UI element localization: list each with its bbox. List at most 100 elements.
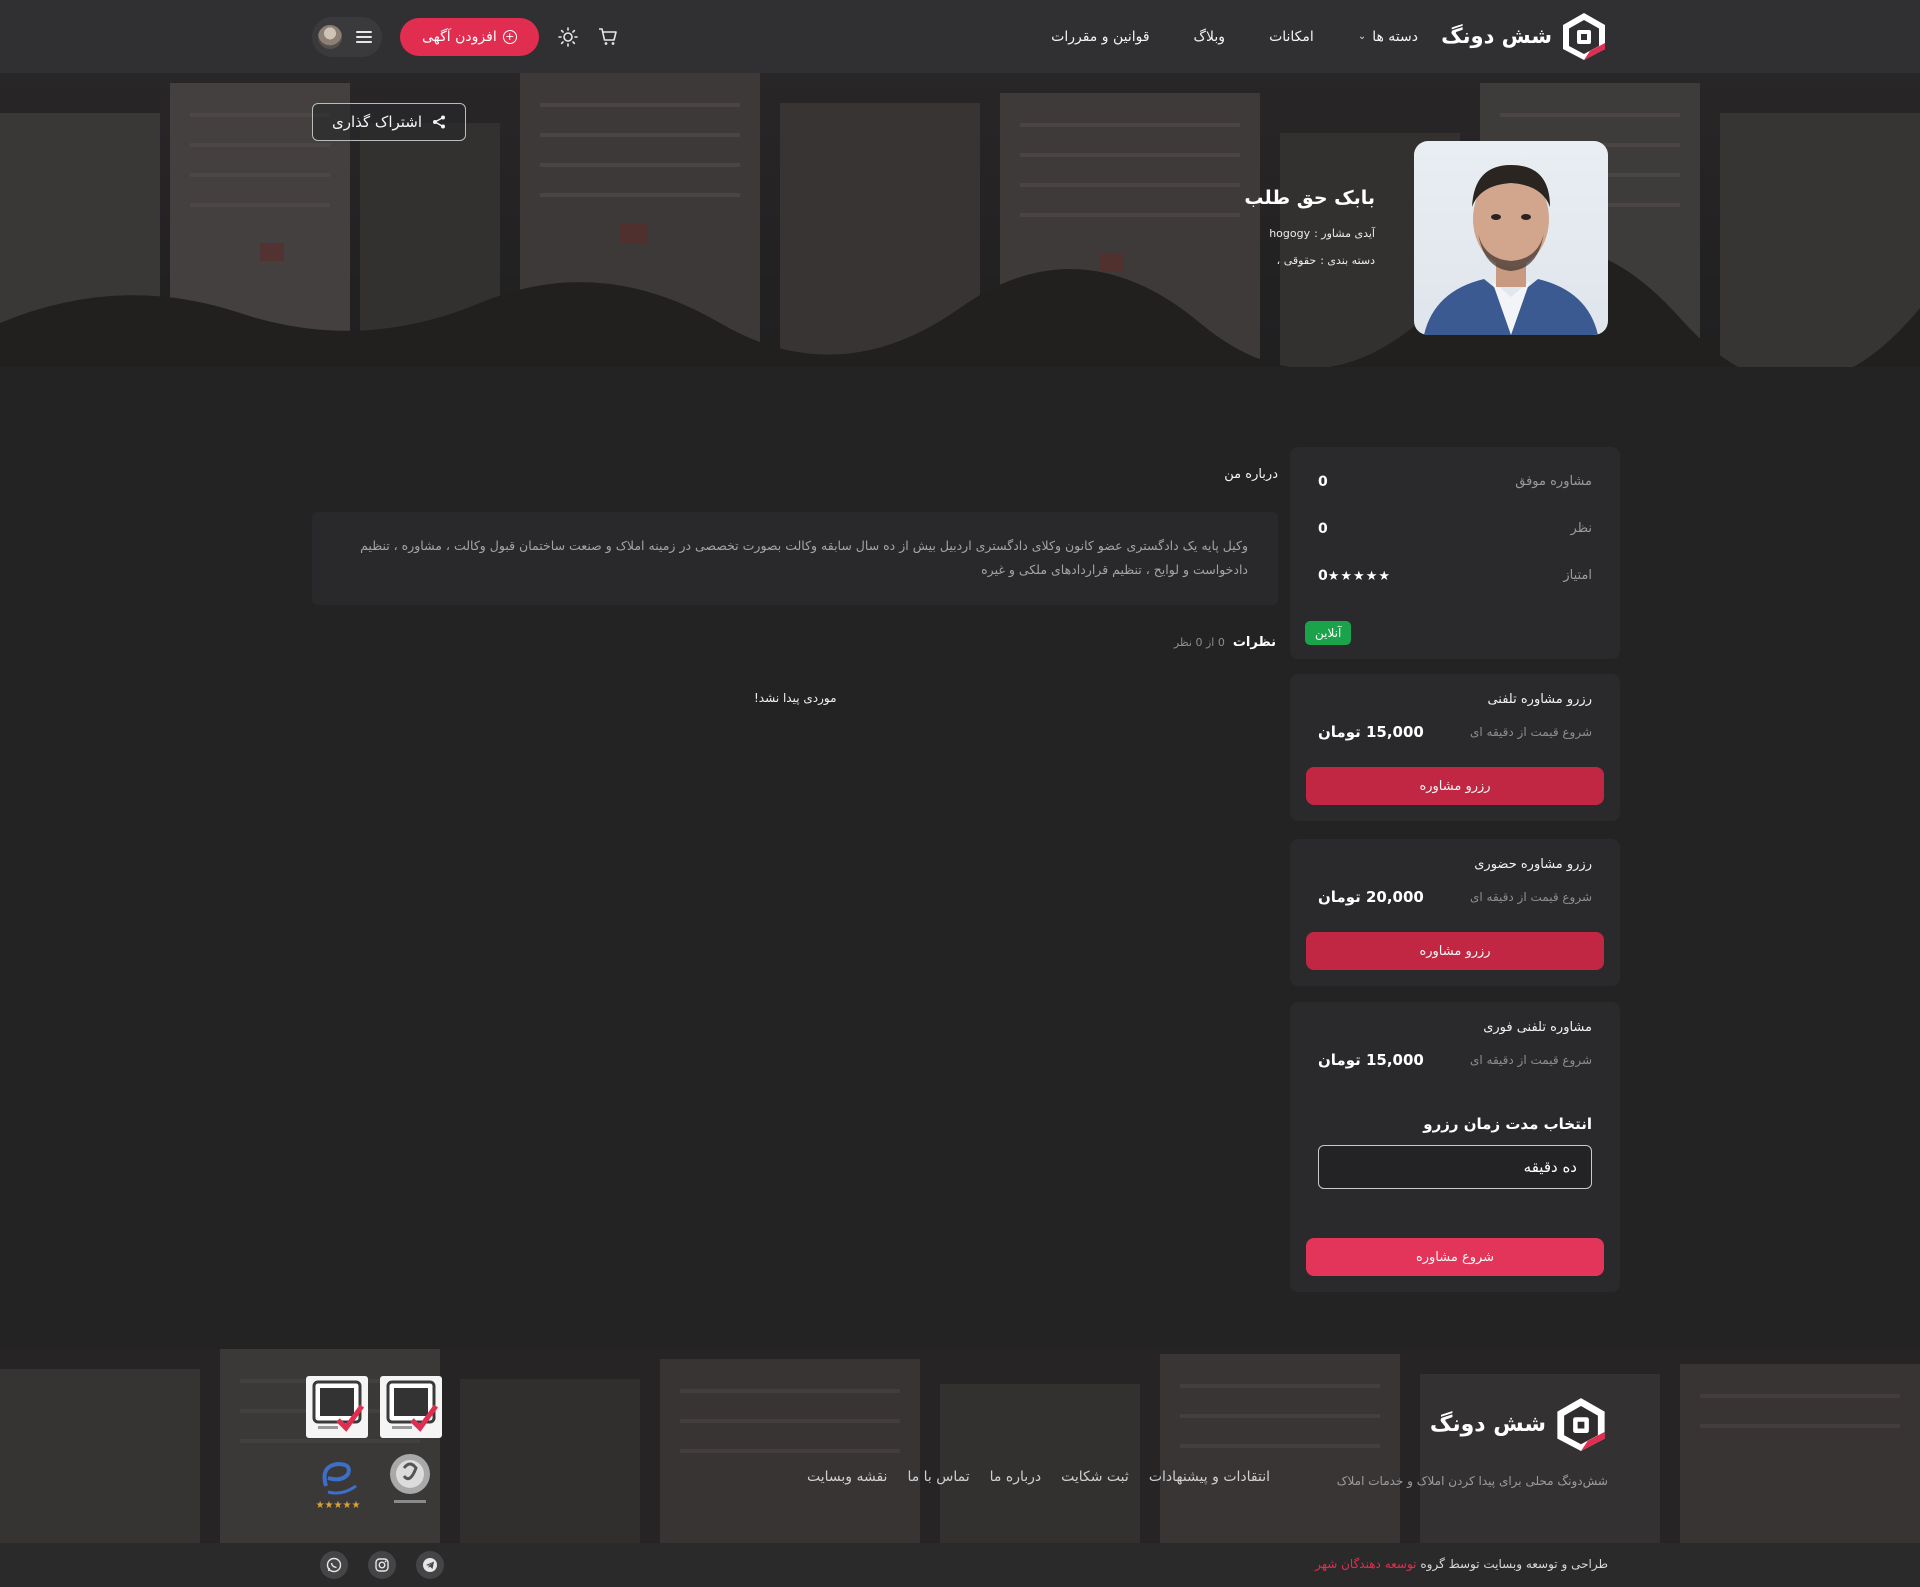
- advisor-category-row: دسته بندی : حقوقی ،: [1244, 254, 1375, 267]
- advisor-id-row: آیدی مشاور : hogogy: [1244, 227, 1375, 240]
- social-links: [320, 1551, 444, 1579]
- svg-text:★★★★★: ★★★★★: [316, 1500, 361, 1511]
- reviews-count: 0 از 0 نظر: [1173, 636, 1225, 649]
- advisor-info: بابک حق طلب آیدی مشاور : hogogy دسته بند…: [1244, 187, 1375, 281]
- stats-card: مشاوره موفق 0 نظر 0 امتیاز 0★★★★★ آنلاین: [1290, 447, 1620, 659]
- in-person-booking-card: رزرو مشاوره حضوری شروع قیمت از دقیقه ای …: [1290, 839, 1620, 986]
- instagram-button[interactable]: [368, 1551, 396, 1579]
- advisor-photo: [1414, 141, 1608, 335]
- add-ad-label: افزودن آگهی: [422, 29, 497, 45]
- about-text: وکیل پایه یک دادگستری عضو کانون وکلای دا…: [312, 512, 1278, 605]
- add-ad-button[interactable]: + افزودن آگهی: [400, 18, 539, 56]
- nav-features-label: امکانات: [1269, 28, 1314, 45]
- stat-rating-label: امتیاز: [1563, 568, 1592, 583]
- whatsapp-button[interactable]: [320, 1551, 348, 1579]
- advisor-category-label: دسته بندی :: [1320, 254, 1375, 267]
- theme-toggle-button[interactable]: [557, 26, 579, 48]
- hero-overlay: [0, 73, 1920, 367]
- instant-call-price: 15,000 تومان: [1318, 1051, 1424, 1069]
- instant-call-price-row: شروع قیمت از دقیقه ای 15,000 تومان: [1318, 1051, 1592, 1069]
- in-person-booking-price-label: شروع قیمت از دقیقه ای: [1469, 890, 1592, 904]
- sun-icon: [557, 27, 578, 47]
- certification-badge-2[interactable]: [306, 1376, 368, 1438]
- phone-booking-title: رزرو مشاوره تلفنی: [1487, 692, 1592, 707]
- footer-links: انتقادات و پیشنهادات ثبت شکایت درباره ما…: [807, 1469, 1270, 1485]
- whatsapp-icon: [326, 1557, 342, 1573]
- start-consultation-button[interactable]: شروع مشاوره: [1306, 1238, 1604, 1276]
- share-icon: [433, 115, 446, 129]
- footer-overlay: [0, 1349, 1920, 1543]
- stat-rating-value: 0★★★★★: [1318, 568, 1391, 584]
- stat-reviews-value: 0: [1318, 520, 1328, 537]
- footer-tagline: شش‌دونگ محلی برای پیدا کردن املاک و خدما…: [1336, 1474, 1608, 1488]
- footer-logo-text: شش دونگ: [1429, 1411, 1546, 1437]
- footer-link-feedback[interactable]: انتقادات و پیشنهادات: [1149, 1469, 1270, 1485]
- in-person-booking-price-row: شروع قیمت از دقیقه ای 20,000 تومان: [1318, 888, 1592, 906]
- duration-select-title: انتخاب مدت زمان رزرو: [1423, 1115, 1592, 1133]
- developer-link[interactable]: توسعه دهندگان شهر: [1315, 1557, 1416, 1571]
- enamad-trust-icon[interactable]: ★★★★★: [312, 1452, 364, 1512]
- phone-booking-price-label: شروع قیمت از دقیقه ای: [1469, 725, 1592, 739]
- user-menu-button[interactable]: [312, 17, 382, 57]
- footer-link-about[interactable]: درباره ما: [990, 1469, 1041, 1485]
- instagram-icon: [375, 1558, 389, 1572]
- copyright-prefix: طراحی و توسعه وبسایت توسط گروه: [1420, 1557, 1608, 1571]
- instant-call-card: مشاوره تلفنی فوری شروع قیمت از دقیقه ای …: [1290, 1002, 1620, 1292]
- reviews-header: نظرات 0 از 0 نظر: [1174, 635, 1276, 650]
- advisor-name: بابک حق طلب: [1244, 187, 1375, 209]
- certificate-check-icon: [386, 1380, 439, 1432]
- footer-logo-house-icon: [1557, 1398, 1605, 1451]
- star-rating-icon: ★★★★★: [1327, 568, 1392, 584]
- in-person-booking-price: 20,000 تومان: [1318, 888, 1424, 906]
- phone-booking-price-row: شروع قیمت از دقیقه ای 15,000 تومان: [1318, 723, 1592, 741]
- reviews-title: نظرات: [1232, 635, 1276, 650]
- stat-successful-value: 0: [1318, 473, 1328, 490]
- footer-logo[interactable]: شش دونگ: [1430, 1395, 1608, 1453]
- advisor-id-value: hogogy: [1269, 227, 1311, 240]
- about-title: درباره من: [1224, 467, 1278, 482]
- stat-rating: امتیاز 0★★★★★: [1318, 552, 1592, 599]
- stat-reviews-label: نظر: [1570, 521, 1592, 536]
- stat-reviews: نظر 0: [1318, 505, 1592, 552]
- profile-hero: اشتراک گذاری بابک حق طلب آیدی مشاور : ho…: [0, 73, 1920, 367]
- share-label: اشتراک گذاری: [331, 113, 423, 131]
- rating-number: 0: [1318, 567, 1328, 584]
- samandehi-seal-icon[interactable]: [386, 1450, 434, 1512]
- nav-blog[interactable]: وبلاگ: [1194, 29, 1226, 45]
- stat-successful-label: مشاوره موفق: [1515, 474, 1592, 489]
- reviews-empty-message: موردی پیدا نشد!: [754, 691, 837, 705]
- site-header: شش دونگ دسته ها ⌄ امکانات وبلاگ قوانین و…: [0, 0, 1920, 73]
- phone-booking-card: رزرو مشاوره تلفنی شروع قیمت از دقیقه ای …: [1290, 674, 1620, 821]
- footer-link-contact[interactable]: تماس با ما: [907, 1469, 969, 1485]
- advisor-portrait: [1424, 165, 1598, 335]
- in-person-booking-title: رزرو مشاوره حضوری: [1474, 857, 1592, 872]
- nav-categories[interactable]: دسته ها ⌄: [1358, 29, 1418, 45]
- instant-call-price-label: شروع قیمت از دقیقه ای: [1469, 1053, 1592, 1067]
- nav-features[interactable]: امکانات: [1269, 29, 1314, 45]
- chevron-down-icon: ⌄: [1357, 31, 1367, 42]
- nav-rules[interactable]: قوانین و مقررات: [1051, 29, 1149, 45]
- nav-categories-label: دسته ها: [1372, 28, 1418, 45]
- hamburger-menu-icon: [356, 31, 372, 43]
- share-button[interactable]: اشتراک گذاری: [312, 103, 466, 141]
- logo-house-icon: [1563, 13, 1605, 60]
- nav-rules-label: قوانین و مقررات: [1051, 28, 1150, 45]
- telegram-button[interactable]: [416, 1551, 444, 1579]
- main-nav: دسته ها ⌄ امکانات وبلاگ قوانین و مقررات: [1051, 0, 1418, 73]
- footer-link-complaint[interactable]: ثبت شکایت: [1061, 1469, 1129, 1485]
- duration-select[interactable]: ده دقیقه: [1318, 1145, 1592, 1189]
- phone-booking-button[interactable]: رزرو مشاوره: [1306, 767, 1604, 805]
- site-logo[interactable]: شش دونگ: [1441, 11, 1608, 61]
- copyright-bar: طراحی و توسعه وبسایت توسط گروه توسعه دهن…: [0, 1543, 1920, 1587]
- advisor-category-value: حقوقی ،: [1276, 254, 1317, 267]
- in-person-booking-button[interactable]: رزرو مشاوره: [1306, 932, 1604, 970]
- certification-badge-1[interactable]: [380, 1376, 442, 1438]
- site-footer: شش دونگ شش‌دونگ محلی برای پیدا کردن املا…: [0, 1349, 1920, 1543]
- main-content: مشاوره موفق 0 نظر 0 امتیاز 0★★★★★ آنلاین…: [0, 367, 1920, 1349]
- header-actions: + افزودن آگهی: [312, 17, 619, 57]
- footer-link-sitemap[interactable]: نقشه وبسایت: [807, 1469, 887, 1485]
- logo-text: شش دونگ: [1441, 24, 1552, 48]
- online-status-badge: آنلاین: [1305, 621, 1352, 645]
- nav-blog-label: وبلاگ: [1193, 28, 1226, 45]
- cart-button[interactable]: [597, 26, 619, 48]
